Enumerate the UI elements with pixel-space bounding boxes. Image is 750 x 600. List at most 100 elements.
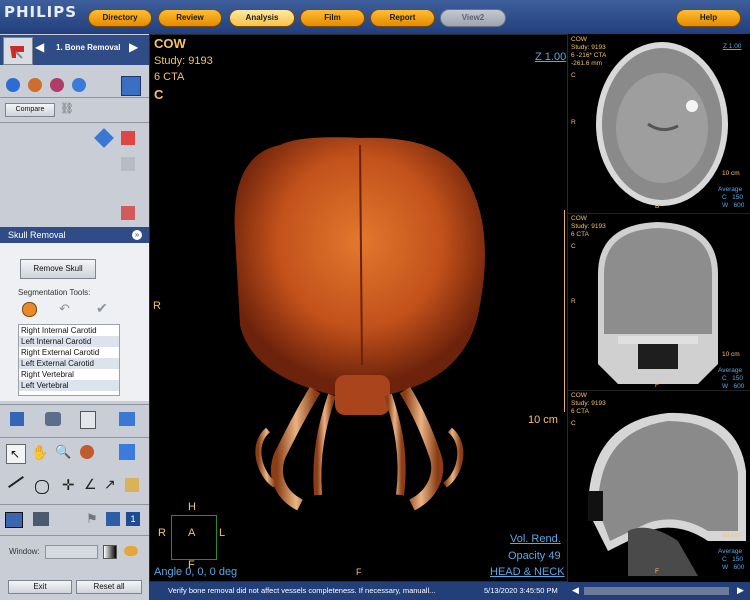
save-icon[interactable] [10, 412, 24, 426]
orient-l: L [219, 527, 226, 539]
axial-center: C 150 [722, 194, 743, 201]
coronal-study: Study: 9193 [571, 223, 606, 230]
list-item[interactable]: Left Internal Carotid [19, 336, 119, 347]
protocol-label[interactable]: HEAD & NECK [490, 566, 565, 578]
check-icon[interactable]: ✔ [96, 300, 108, 317]
layout-select-icon[interactable] [5, 512, 23, 528]
main-right-marker: R [153, 300, 161, 312]
help-button[interactable]: Help [676, 9, 741, 27]
collapse-icon[interactable]: » [132, 230, 142, 240]
copy-icon[interactable] [121, 157, 135, 171]
flag-icon[interactable]: ⚑ [86, 511, 98, 527]
layout-icon[interactable] [121, 76, 141, 96]
coronal-title: COW [571, 215, 587, 222]
exit-button[interactable]: Exit [8, 580, 72, 594]
protocol-icon[interactable] [3, 37, 33, 65]
pointer-icon[interactable]: ↖ [6, 444, 26, 464]
vessel-list: Right Internal Carotid Left Internal Car… [18, 324, 120, 396]
link-icon[interactable]: ⛓ [60, 102, 74, 115]
tab-analysis[interactable]: Analysis [229, 9, 295, 27]
seed-icon[interactable] [22, 302, 37, 317]
rotate-icon[interactable] [72, 78, 86, 92]
info-icon[interactable]: 1 [126, 512, 140, 526]
axial-zoom[interactable]: Z 1.00 [723, 43, 741, 51]
left-carotid-vessel [399, 386, 444, 511]
scroll-left-icon[interactable]: ◀ [572, 585, 579, 596]
divider [0, 97, 149, 98]
prev-step-icon[interactable]: ◀ [35, 40, 44, 54]
tab-report[interactable]: Report [370, 9, 435, 27]
list-item[interactable]: Right External Carotid [19, 347, 119, 358]
sagittal-scale: 10 cm [722, 532, 740, 539]
skull-removal-header: Skull Removal [0, 227, 149, 243]
main-zoom[interactable]: Z 1.00 [535, 51, 566, 63]
axial-width: W 600 [722, 202, 745, 209]
list-item[interactable]: Right Internal Carotid [19, 325, 119, 336]
tab-directory[interactable]: Directory [88, 9, 152, 27]
render-mode[interactable]: Vol. Rend. [510, 533, 561, 545]
status-datetime: 5/13/2020 3:45:50 PM [484, 586, 558, 595]
window-preset-select[interactable] [45, 545, 98, 559]
tab-film[interactable]: Film [300, 9, 365, 27]
tab-view2[interactable]: View2 [440, 9, 506, 27]
coronal-r-marker: R [571, 298, 576, 305]
divider [0, 437, 149, 438]
invert-icon[interactable] [103, 545, 117, 559]
film-icon[interactable] [106, 512, 120, 526]
main-view-label: C [154, 87, 164, 102]
list-item[interactable]: Left External Carotid [19, 358, 119, 369]
main-title: COW [154, 36, 186, 51]
brain-icon[interactable] [50, 78, 64, 92]
compare-button[interactable]: Compare [5, 103, 55, 117]
color-map-icon[interactable] [124, 546, 138, 556]
grid-icon[interactable] [33, 512, 49, 526]
list-item[interactable]: Left Vertebral [19, 380, 119, 391]
sagittal-width: W 600 [722, 564, 745, 571]
coronal-series: 6 CTA [571, 231, 589, 238]
globe-icon[interactable] [6, 78, 20, 92]
scissors-icon[interactable] [121, 206, 135, 220]
crosshair-icon[interactable]: ✛ [62, 476, 75, 494]
undo-icon[interactable]: ↶ [59, 301, 70, 317]
left-vertebral-vessel [384, 393, 406, 496]
scale-bar [556, 210, 565, 412]
annotate-icon[interactable] [125, 478, 139, 492]
book-icon[interactable] [119, 412, 135, 426]
arrow-icon[interactable]: ↗ [104, 476, 116, 493]
coronal-average: Average [718, 367, 743, 374]
tab-review[interactable]: Review [158, 9, 222, 27]
next-step-icon[interactable]: ▶ [129, 40, 138, 54]
list-item[interactable]: Right Vertebral [19, 369, 119, 380]
view-tools-row [6, 78, 96, 94]
cursor-icon[interactable] [121, 131, 135, 145]
window-label: Window: [9, 547, 40, 556]
document-icon[interactable] [80, 411, 96, 429]
pan-hand-icon[interactable]: ✋ [31, 444, 48, 461]
reset-all-button[interactable]: Reset all [76, 580, 142, 594]
skull-removal-title: Skull Removal [8, 230, 66, 240]
angle-icon[interactable]: ∠ [84, 476, 97, 493]
right-carotid-vessel [270, 386, 321, 511]
head-icon[interactable] [28, 78, 42, 92]
camera-icon[interactable] [45, 412, 61, 426]
sagittal-average: Average [718, 548, 743, 555]
zoom-icon[interactable]: 🔍 [55, 444, 71, 460]
coronal-scale: 10 cm [722, 351, 740, 358]
cube-tool-icon[interactable] [119, 444, 135, 460]
axial-position: -261.6 mm [571, 60, 603, 67]
sagittal-study: Study: 9193 [571, 400, 606, 407]
ellipse-icon[interactable] [35, 480, 49, 494]
main-study: Study: 9193 [154, 55, 213, 67]
axial-study: Study: 9193 [571, 44, 606, 51]
philips-logo: PHILIPS [4, 3, 78, 21]
orient-r: R [158, 527, 166, 539]
workflow-step-label[interactable]: 1. Bone Removal [56, 42, 126, 60]
scroll-right-icon[interactable]: ▶ [737, 585, 744, 596]
rotate3d-icon[interactable] [80, 445, 94, 459]
brainstem [335, 375, 390, 415]
divider [0, 504, 149, 505]
left-external-carotid [443, 427, 464, 488]
remove-skull-button[interactable]: Remove Skull [20, 259, 96, 279]
coronal-ct-image [598, 222, 718, 384]
status-scrollbar[interactable] [584, 587, 729, 595]
